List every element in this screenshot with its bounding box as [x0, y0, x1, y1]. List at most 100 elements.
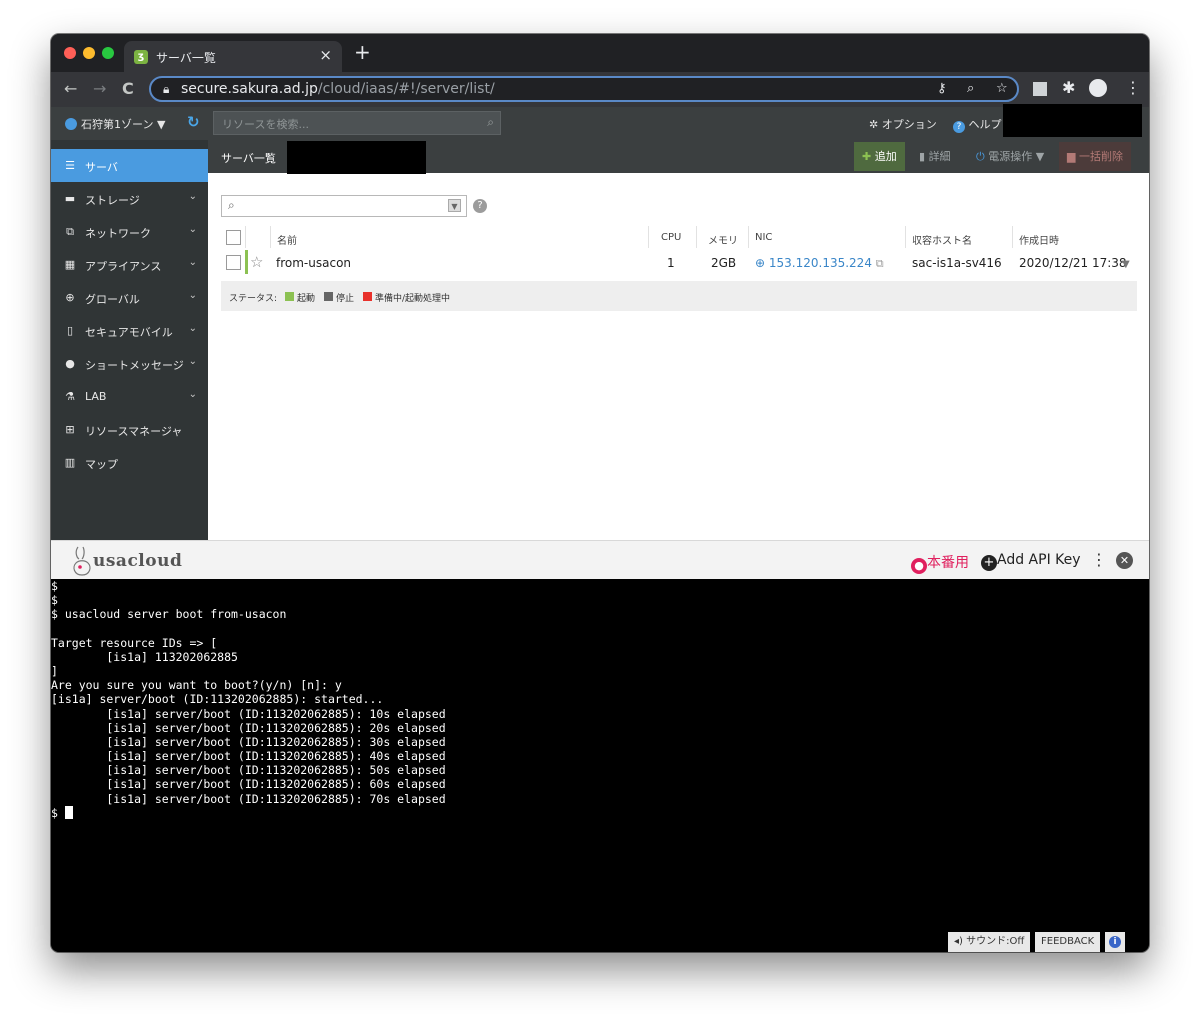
- forward-arrow-icon[interactable]: →: [93, 79, 106, 99]
- column-header-created[interactable]: 作成日時: [1019, 232, 1059, 247]
- terminal-cursor: [64, 806, 73, 819]
- search-icon: ⌕: [228, 198, 235, 212]
- close-panel-icon[interactable]: ✕: [1116, 552, 1133, 569]
- plus-circle-icon: +: [981, 555, 997, 571]
- nic-globe-icon: ⊕: [755, 256, 766, 270]
- redacted-account: [1003, 104, 1142, 137]
- resource-search-input[interactable]: [214, 112, 474, 136]
- help-menu[interactable]: ? ヘルプ: [953, 116, 1002, 133]
- refresh-icon[interactable]: ↻: [187, 113, 200, 131]
- bulk-delete-button[interactable]: ▆ 一括削除: [1059, 142, 1131, 171]
- column-divider: [748, 226, 749, 248]
- sitemap-icon: ⊞: [65, 423, 75, 436]
- stopped-swatch: [324, 292, 333, 301]
- zone-selector[interactable]: 石狩第1ゾーン ▼: [65, 116, 165, 132]
- terminal-line: $: [51, 579, 58, 593]
- lock-icon: 🔒︎: [163, 82, 170, 96]
- storage-icon: ▬: [64, 192, 76, 205]
- power-icon: ⏻: [976, 150, 985, 163]
- more-menu-icon[interactable]: ⋮: [1091, 550, 1107, 569]
- chevron-down-icon: ⌄: [188, 356, 197, 367]
- browser-menu-icon[interactable]: ⋮: [1125, 78, 1141, 97]
- row-expand-icon[interactable]: ▼: [1122, 259, 1130, 270]
- sound-toggle-button[interactable]: ◂) サウンド:Off: [948, 932, 1031, 952]
- sidebar-item-server[interactable]: ☰ サーバ: [51, 149, 208, 182]
- sidebar-item-network[interactable]: ⧉ ネットワーク ⌄: [51, 215, 208, 248]
- row-checkbox[interactable]: [226, 255, 241, 270]
- status-legend-prefix: ステータス:: [229, 294, 278, 304]
- profile-avatar-icon[interactable]: [1089, 79, 1107, 97]
- map-icon: ▥: [64, 456, 76, 469]
- mobile-icon: ▯: [66, 324, 74, 337]
- browser-tab[interactable]: ʒ サーバ一覧 ×: [124, 41, 342, 72]
- add-api-key-button[interactable]: + Add API Key: [981, 552, 1081, 571]
- select-all-checkbox[interactable]: [226, 230, 241, 245]
- column-header-memory[interactable]: メモリ: [708, 232, 738, 247]
- terminal-line: Are you sure you want to boot?(y/n) [n]:…: [51, 678, 342, 692]
- back-arrow-icon[interactable]: ←: [64, 79, 77, 99]
- column-divider: [1012, 226, 1013, 248]
- nic-ip-link[interactable]: 153.120.135.224: [769, 256, 872, 270]
- column-divider: [648, 226, 649, 248]
- add-button[interactable]: ✚ 追加: [854, 142, 905, 171]
- terminal-line: [is1a] server/boot (ID:113202062885): 30…: [51, 735, 446, 749]
- chevron-down-icon: ⌄: [188, 389, 197, 400]
- list-header: サーバ一覧 ✚ 追加 ▮ 詳細 ⏻ 電源操作 ▼ ▆ 一括削除: [208, 140, 1149, 174]
- server-created: 2020/12/21 17:38: [1019, 256, 1127, 270]
- speaker-icon: ◂): [954, 936, 963, 947]
- tab-close-icon[interactable]: ×: [319, 46, 332, 64]
- sidebar-item-lab[interactable]: ⚗ LAB ⌄: [51, 380, 208, 413]
- terminal-prompt[interactable]: $: [51, 806, 73, 820]
- sidebar-item-storage[interactable]: ▬ ストレージ ⌄: [51, 182, 208, 215]
- filter-help-icon[interactable]: ?: [473, 199, 487, 213]
- search-icon[interactable]: ⌕: [487, 115, 494, 130]
- sidebar-item-global[interactable]: ⊕ グローバル ⌄: [51, 281, 208, 314]
- status-legend: ステータス: 起動 停止 準備中/起動処理中: [221, 281, 1137, 311]
- new-tab-button[interactable]: +: [354, 42, 371, 62]
- sidebar-item-map[interactable]: ▥ マップ: [51, 446, 208, 479]
- sidebar-item-short-message[interactable]: ● ショートメッセージ ⌄: [51, 347, 208, 380]
- info-button[interactable]: i: [1105, 932, 1125, 952]
- column-header-host[interactable]: 収容ホスト名: [912, 232, 972, 247]
- column-header-nic[interactable]: NIC: [755, 232, 772, 243]
- column-divider: [245, 226, 246, 248]
- bookmark-star-icon[interactable]: ☆: [996, 81, 1008, 96]
- key-icon[interactable]: ⚷: [937, 81, 947, 96]
- filter-input[interactable]: ⌕ ▼: [221, 195, 467, 217]
- server-cpu: 1: [667, 256, 675, 270]
- copy-icon[interactable]: ⧉: [876, 257, 884, 270]
- chevron-down-icon: ⌄: [188, 257, 197, 268]
- pending-swatch: [363, 292, 372, 301]
- column-header-name[interactable]: 名前: [277, 232, 297, 247]
- tab-title: サーバ一覧: [156, 51, 216, 65]
- sidebar-item-resource-manager[interactable]: ⊞ リソースマネージャ: [51, 413, 208, 446]
- flask-icon: ⚗: [65, 390, 75, 403]
- puzzle-icon[interactable]: ✱: [1062, 78, 1075, 97]
- close-window-button[interactable]: [64, 47, 76, 59]
- profile-selector[interactable]: ● 本番用: [911, 552, 969, 574]
- server-name[interactable]: from-usacon: [276, 256, 351, 270]
- minimize-window-button[interactable]: [83, 47, 95, 59]
- favorite-star-icon[interactable]: ☆: [250, 253, 263, 271]
- server-icon: ☰: [65, 159, 75, 172]
- power-operation-button[interactable]: ⏻ 電源操作 ▼: [968, 142, 1052, 171]
- address-bar[interactable]: 🔒︎ secure.sakura.ad.jp/cloud/iaas/#!/ser…: [149, 76, 1019, 102]
- column-header-cpu[interactable]: CPU: [661, 232, 681, 243]
- options-menu[interactable]: ✲ オプション: [869, 116, 937, 132]
- url-text: secure.sakura.ad.jp/cloud/iaas/#!/server…: [181, 81, 495, 97]
- terminal[interactable]: $ $ $ usacloud server boot from-usacon T…: [51, 579, 1149, 952]
- zoom-window-button[interactable]: [102, 47, 114, 59]
- detail-button[interactable]: ▮ 詳細: [911, 142, 959, 171]
- user-icon: ●: [911, 558, 927, 574]
- filter-dropdown-icon[interactable]: ▼: [448, 199, 461, 212]
- status-running-indicator: [245, 250, 248, 274]
- rabbit-logo-icon: [73, 546, 91, 576]
- zoom-icon[interactable]: ⌕: [967, 81, 974, 96]
- reload-icon[interactable]: C: [122, 79, 134, 99]
- feedback-button[interactable]: FEEDBACK: [1035, 932, 1101, 952]
- extension-icon[interactable]: [1033, 82, 1047, 96]
- sidebar-item-secure-mobile[interactable]: ▯ セキュアモバイル ⌄: [51, 314, 208, 347]
- sidebar-item-appliance[interactable]: ▦ アプライアンス ⌄: [51, 248, 208, 281]
- server-memory: 2GB: [711, 256, 737, 270]
- terminal-line: [is1a] server/boot (ID:113202062885): 60…: [51, 777, 446, 791]
